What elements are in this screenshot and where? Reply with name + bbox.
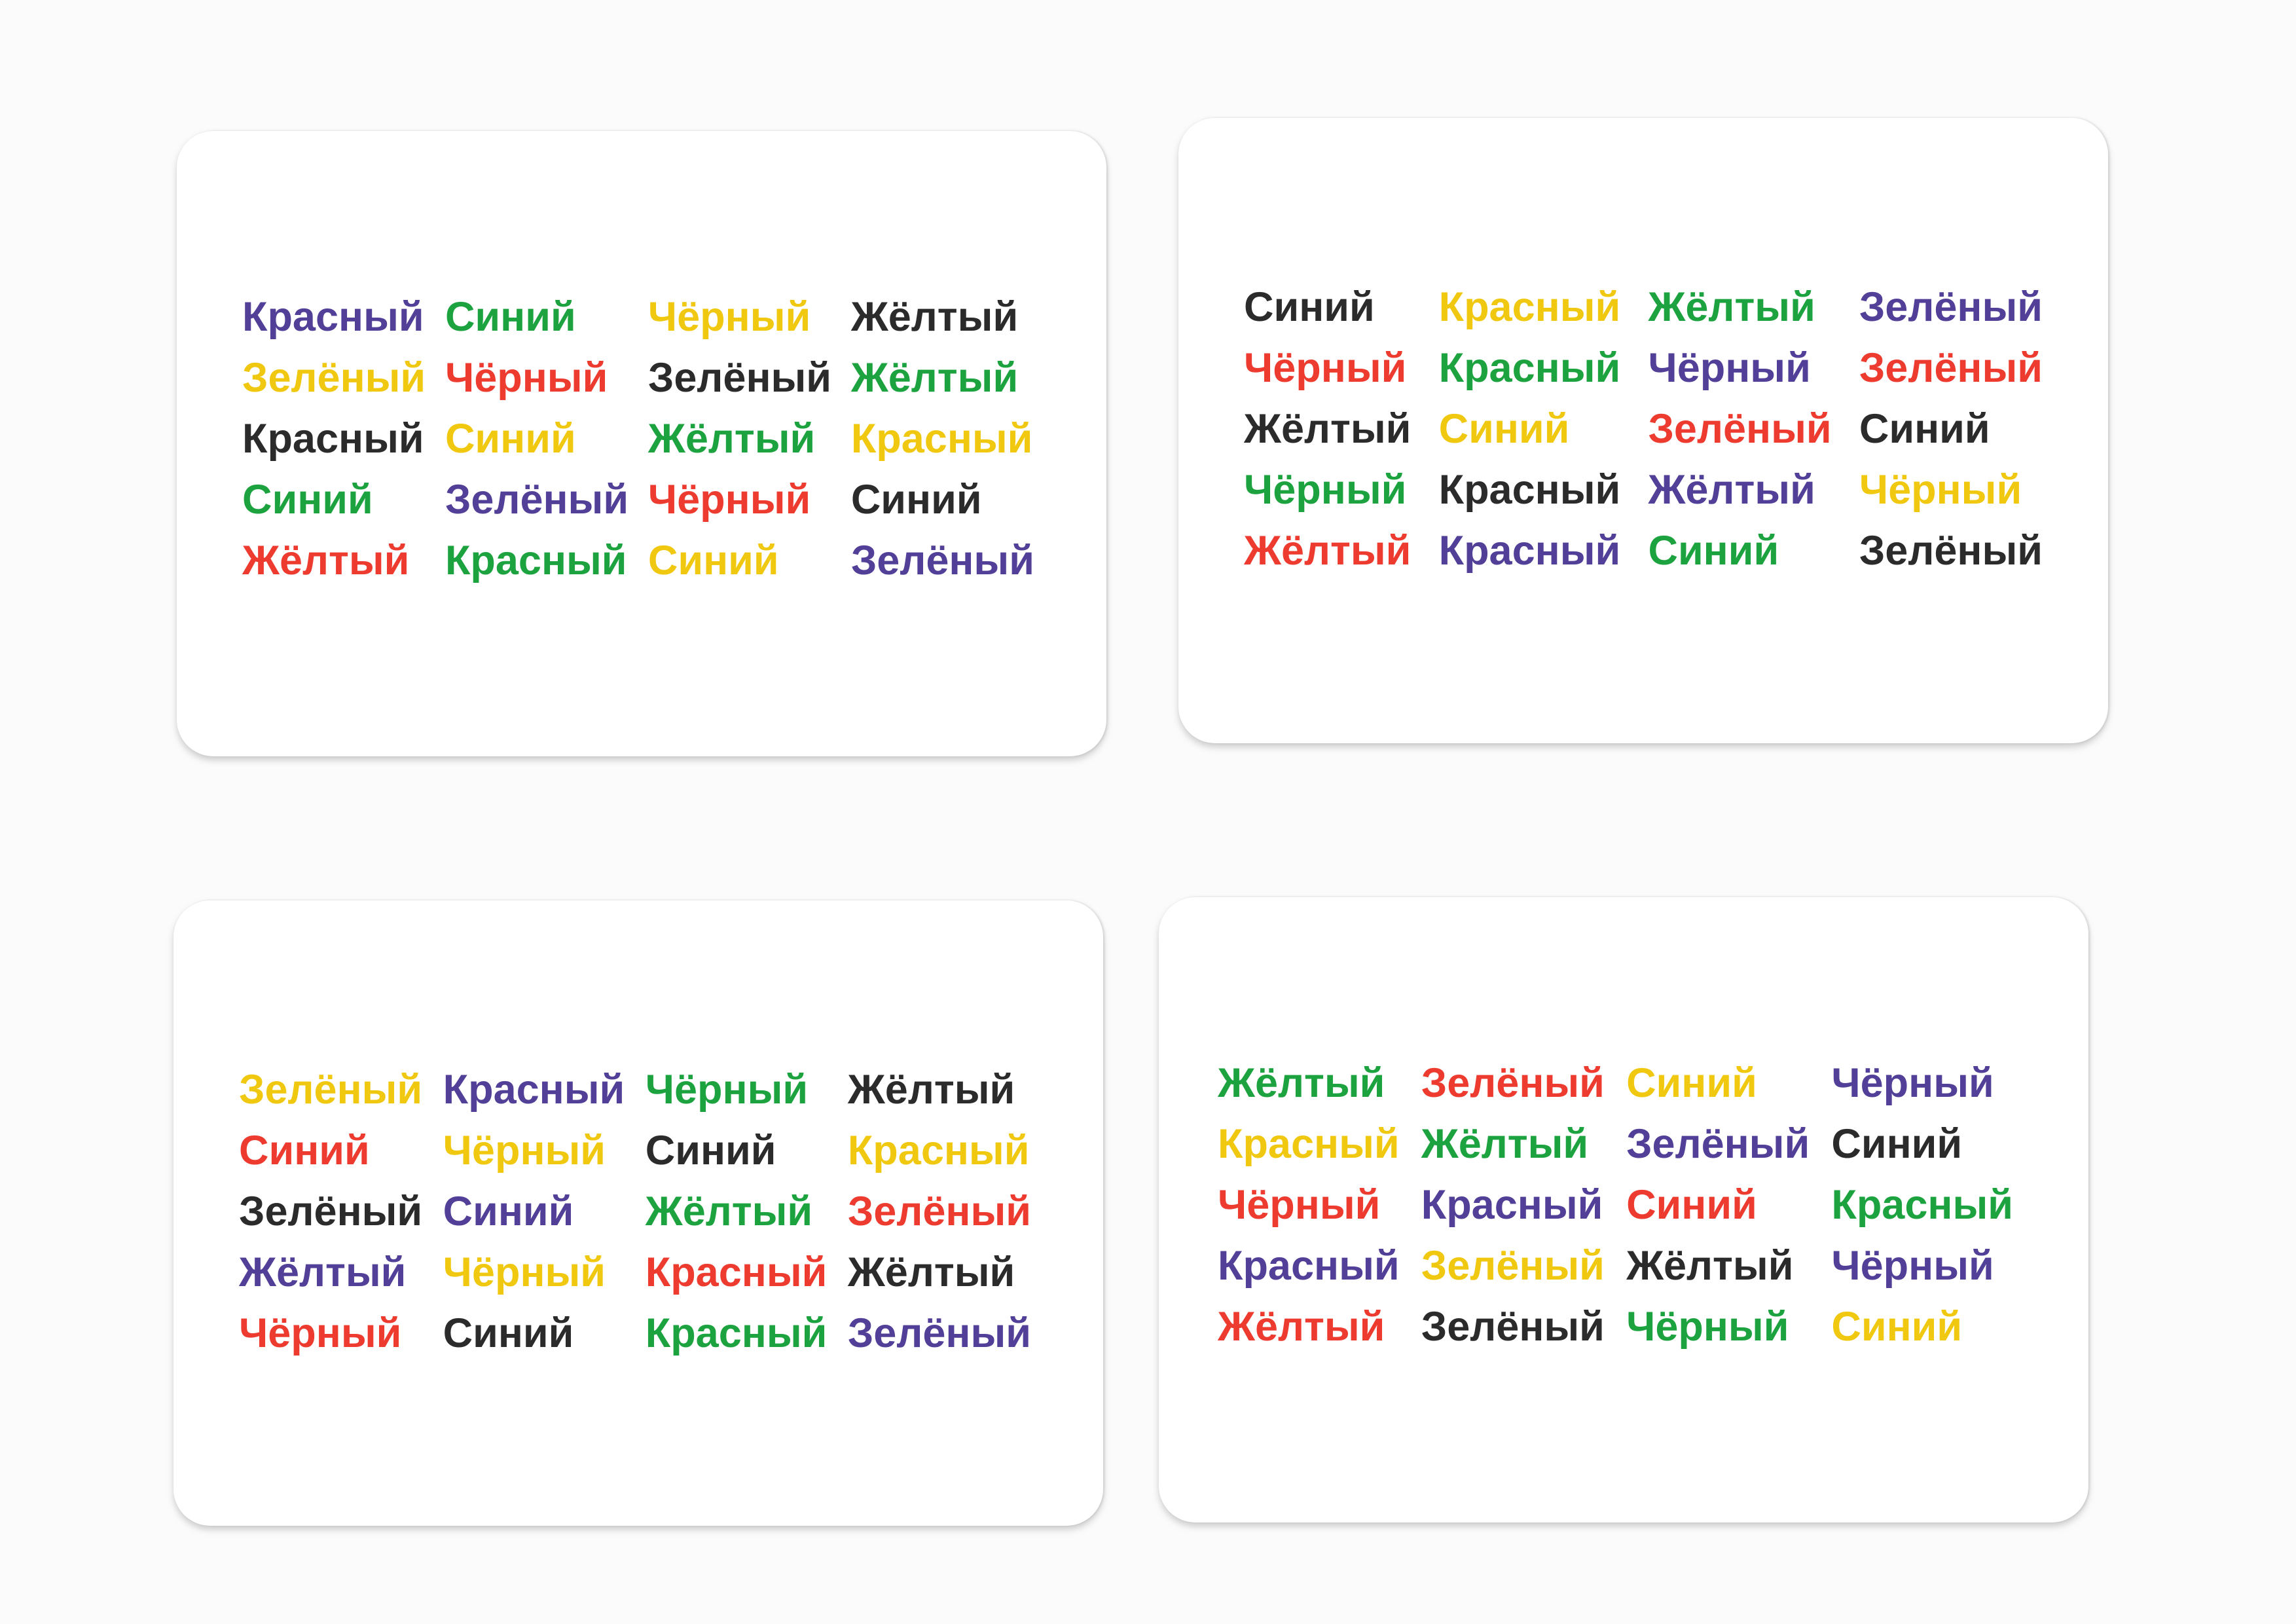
color-word: Красный <box>1421 1182 1603 1228</box>
color-word: Чёрный <box>443 1128 606 1173</box>
color-word: Жёлтый <box>1218 1304 1385 1350</box>
color-word: Жёлтый <box>239 1249 407 1295</box>
color-word: Зелёный <box>847 1310 1031 1356</box>
color-word: Красный <box>1218 1243 1400 1289</box>
color-word: Чёрный <box>1244 467 1407 513</box>
color-word: Зелёный <box>1421 1304 1605 1350</box>
color-word: Зелёный <box>445 477 629 523</box>
color-word: Красный <box>1438 345 1621 391</box>
color-word: Зелёный <box>1648 406 1832 452</box>
color-word: Красный <box>1218 1121 1400 1167</box>
color-word: Зелёный <box>1421 1060 1605 1106</box>
card-3: Зелёный Красный Чёрный Жёлтый Синий Чёрный Син… <box>173 900 1103 1526</box>
color-word: Зелёный <box>239 1067 423 1113</box>
card-4: Жёлтый Зелёный Синий Чёрный Красный Жёлтый Зел… <box>1159 897 2088 1522</box>
color-word: Красный <box>1438 467 1621 513</box>
color-word: Чёрный <box>1831 1243 1994 1289</box>
color-word: Зелёный <box>1859 528 2043 574</box>
color-word: Синий <box>1859 406 1990 452</box>
color-word: Жёлтый <box>1218 1060 1385 1106</box>
color-word: Чёрный <box>1831 1060 1994 1106</box>
color-word: Жёлтый <box>242 538 410 583</box>
color-word: Синий <box>445 416 576 462</box>
color-word: Чёрный <box>647 294 811 340</box>
color-word: Синий <box>242 477 373 523</box>
color-word: Жёлтый <box>850 355 1019 401</box>
color-word: Синий <box>443 1310 574 1356</box>
color-word: Красный <box>645 1249 828 1295</box>
color-word: Синий <box>1626 1182 1757 1228</box>
color-word: Красный <box>1438 528 1621 574</box>
color-word: Жёлтый <box>1626 1243 1794 1289</box>
card-2: Синий Красный Жёлтый Зелёный Чёрный Красный Чё… <box>1178 118 2108 743</box>
color-word: Чёрный <box>1244 345 1407 391</box>
color-word: Синий <box>1831 1121 1963 1167</box>
color-word: Синий <box>1648 528 1779 574</box>
color-word: Красный <box>645 1310 828 1356</box>
color-word: Синий <box>1626 1060 1757 1106</box>
color-word: Синий <box>443 1189 574 1234</box>
color-word: Чёрный <box>239 1310 402 1356</box>
color-word: Чёрный <box>645 1067 809 1113</box>
color-word: Чёрный <box>1218 1182 1381 1228</box>
word-grid: Красный Синий Чёрный Жёлтый Зелёный Чёрный Зел… <box>242 295 1034 583</box>
color-word: Зелёный <box>1859 284 2043 330</box>
color-word: Чёрный <box>1648 345 1811 391</box>
color-word: Зелёный <box>850 538 1034 583</box>
color-word: Зелёный <box>847 1189 1031 1234</box>
color-word: Синий <box>445 294 576 340</box>
color-word: Синий <box>1831 1304 1963 1350</box>
color-word: Чёрный <box>1626 1304 1789 1350</box>
color-word: Чёрный <box>647 477 811 523</box>
color-word: Красный <box>443 1067 625 1113</box>
color-word: Синий <box>1244 284 1375 330</box>
color-word: Зелёный <box>239 1189 423 1234</box>
color-word: Жёлтый <box>1421 1121 1589 1167</box>
color-word: Зелёный <box>647 355 832 401</box>
color-word: Зелёный <box>1626 1121 1810 1167</box>
color-word: Зелёный <box>242 355 426 401</box>
color-word: Жёлтый <box>847 1067 1015 1113</box>
color-word: Красный <box>242 416 424 462</box>
color-word: Чёрный <box>443 1249 606 1295</box>
color-word: Красный <box>847 1128 1030 1173</box>
color-word: Жёлтый <box>847 1249 1015 1295</box>
color-word: Красный <box>1438 284 1621 330</box>
color-word: Чёрный <box>1859 467 2022 513</box>
color-word: Синий <box>239 1128 370 1173</box>
color-word: Синий <box>647 538 779 583</box>
color-word: Синий <box>645 1128 776 1173</box>
card-1: Красный Синий Чёрный Жёлтый Зелёный Чёрный Зел… <box>177 131 1106 756</box>
color-word: Жёлтый <box>1648 467 1815 513</box>
color-word: Синий <box>850 477 982 523</box>
color-word: Жёлтый <box>1244 528 1412 574</box>
color-word: Жёлтый <box>647 416 816 462</box>
color-word: Синий <box>1438 406 1570 452</box>
word-grid: Жёлтый Зелёный Синий Чёрный Красный Жёлтый Зел… <box>1218 1061 2013 1349</box>
color-word: Жёлтый <box>1244 406 1412 452</box>
color-word: Красный <box>242 294 424 340</box>
color-word: Жёлтый <box>1648 284 1815 330</box>
color-word: Красный <box>445 538 627 583</box>
color-word: Чёрный <box>445 355 608 401</box>
color-word: Жёлтый <box>850 294 1019 340</box>
color-word: Жёлтый <box>645 1189 813 1234</box>
color-word: Зелёный <box>1421 1243 1605 1289</box>
color-word: Красный <box>850 416 1033 462</box>
word-grid: Зелёный Красный Чёрный Жёлтый Синий Чёрный Син… <box>239 1067 1031 1356</box>
color-word: Красный <box>1831 1182 2013 1228</box>
color-word: Зелёный <box>1859 345 2043 391</box>
word-grid: Синий Красный Жёлтый Зелёный Чёрный Красный Чё… <box>1244 285 2043 573</box>
